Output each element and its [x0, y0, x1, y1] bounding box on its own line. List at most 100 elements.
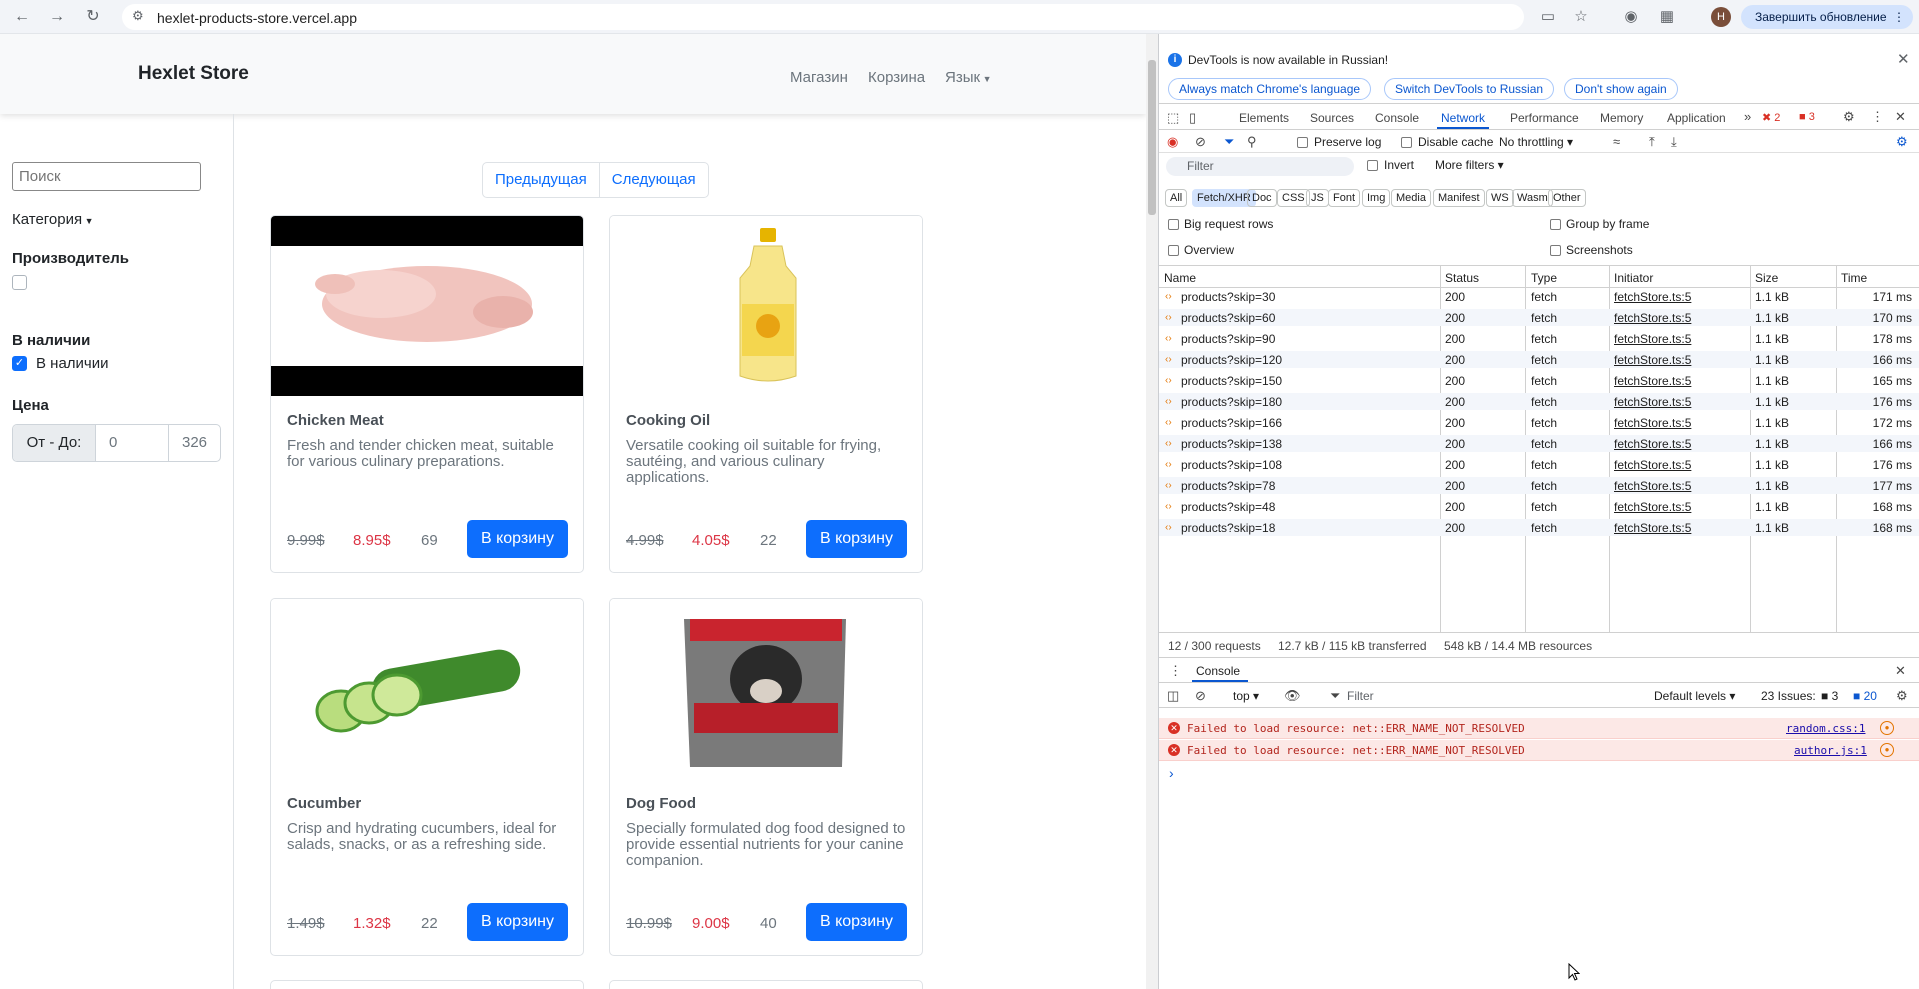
table-row[interactable]: ‹› products?skip=120 200 fetch fetchStore.ts…	[1159, 351, 1919, 368]
table-row[interactable]: ‹› products?skip=78 200 fetch fetchStore.ts:…	[1159, 477, 1919, 494]
console-prompt[interactable]: ›	[1169, 765, 1174, 781]
tab-sources[interactable]: Sources	[1310, 111, 1354, 125]
req-initiator[interactable]: fetchStore.ts:5	[1614, 395, 1691, 409]
type-font[interactable]: Font	[1328, 189, 1361, 207]
type-manifest[interactable]: Manifest	[1433, 189, 1485, 207]
nav-cart[interactable]: Корзина	[868, 69, 925, 86]
log-levels-dropdown[interactable]: Default levels ▾	[1654, 689, 1735, 703]
scrollbar-thumb[interactable]	[1148, 60, 1156, 215]
drawer-tab-console[interactable]: Console	[1196, 664, 1240, 678]
req-initiator[interactable]: fetchStore.ts:5	[1614, 353, 1691, 367]
req-initiator[interactable]: fetchStore.ts:5	[1614, 416, 1691, 430]
add-to-cart-button[interactable]: В корзину	[467, 520, 568, 558]
table-row[interactable]: ‹› products?skip=180 200 fetch fetchStore.ts…	[1159, 393, 1919, 410]
nav-language[interactable]: Язык ▼	[945, 69, 991, 86]
manufacturer-checkbox[interactable]	[12, 275, 27, 290]
type-css[interactable]: CSS	[1277, 189, 1310, 207]
table-row[interactable]: ‹› products?skip=30 200 fetch fetchStore.ts:…	[1159, 288, 1919, 305]
avatar[interactable]: H	[1711, 7, 1731, 27]
clear-console-icon[interactable]: ⊘	[1195, 688, 1206, 704]
close-devtools-icon[interactable]: ✕	[1895, 109, 1906, 125]
console-settings-icon[interactable]: ⚙	[1896, 688, 1908, 704]
table-row[interactable]: ‹› products?skip=108 200 fetch fetchStore.ts…	[1159, 456, 1919, 473]
error-badge[interactable]: ✖ 2	[1762, 111, 1780, 124]
type-js[interactable]: JS	[1306, 189, 1329, 207]
req-initiator[interactable]: fetchStore.ts:5	[1614, 437, 1691, 451]
col-status[interactable]: Status	[1445, 271, 1479, 285]
page-scrollbar[interactable]	[1146, 34, 1158, 989]
tab-network[interactable]: Network	[1441, 111, 1485, 125]
table-row[interactable]: ‹› products?skip=150 200 fetch fetchStore.ts…	[1159, 372, 1919, 389]
kebab-menu-icon[interactable]: ⋮	[1871, 109, 1884, 125]
table-row[interactable]: ‹› products?skip=48 200 fetch fetchStore.ts:…	[1159, 498, 1919, 515]
issues-label[interactable]: 23 Issues:	[1761, 689, 1816, 703]
more-tabs-icon[interactable]: »	[1744, 109, 1751, 124]
issues-error-badge[interactable]: ■ 3	[1821, 689, 1838, 703]
req-initiator[interactable]: fetchStore.ts:5	[1614, 311, 1691, 325]
overview-checkbox[interactable]	[1168, 245, 1179, 256]
category-dropdown[interactable]: Категория ▼	[12, 211, 94, 228]
issues-info-badge[interactable]: ■ 20	[1853, 689, 1877, 703]
throttling-select[interactable]: No throttling ▾	[1499, 135, 1573, 149]
translate-icon[interactable]: ◉	[1620, 6, 1642, 28]
col-size[interactable]: Size	[1755, 271, 1778, 285]
bookmark-star-icon[interactable]: ☆	[1570, 6, 1592, 28]
dont-show-again-button[interactable]: Don't show again	[1564, 78, 1678, 100]
brand-logo[interactable]: Hexlet Store	[138, 63, 249, 85]
inspect-icon[interactable]: ⬚	[1167, 110, 1179, 126]
error-source-link[interactable]: author.js:1	[1794, 744, 1867, 757]
type-img[interactable]: Img	[1362, 189, 1391, 207]
context-select[interactable]: top ▾	[1233, 689, 1259, 703]
network-conditions-icon[interactable]: ≈	[1613, 134, 1620, 149]
price-max-input[interactable]: 326	[170, 425, 220, 461]
nav-shop[interactable]: Магазин	[790, 69, 848, 86]
type-wasm[interactable]: Wasm	[1512, 189, 1553, 207]
tab-console[interactable]: Console	[1375, 111, 1419, 125]
col-initiator[interactable]: Initiator	[1614, 271, 1653, 285]
prev-page-button[interactable]: Предыдущая	[483, 163, 599, 197]
invert-checkbox[interactable]	[1367, 160, 1378, 171]
tab-elements[interactable]: Elements	[1239, 111, 1289, 125]
preserve-log-checkbox[interactable]	[1297, 137, 1308, 148]
filter-input[interactable]: Filter	[1166, 157, 1354, 176]
table-row[interactable]: ‹› products?skip=60 200 fetch fetchStore.ts:…	[1159, 309, 1919, 326]
match-language-button[interactable]: Always match Chrome's language	[1168, 78, 1372, 100]
screenshots-checkbox[interactable]	[1550, 245, 1561, 256]
export-har-icon[interactable]: ⤓	[1671, 134, 1677, 150]
in-stock-checkbox[interactable]: ✓	[12, 356, 27, 371]
req-initiator[interactable]: fetchStore.ts:5	[1614, 521, 1691, 535]
back-icon[interactable]: ←	[11, 6, 33, 28]
extensions-icon[interactable]: ▦	[1656, 6, 1678, 28]
group-by-frame-checkbox[interactable]	[1550, 219, 1561, 230]
more-filters-dropdown[interactable]: More filters ▾	[1435, 158, 1504, 172]
big-request-rows-checkbox[interactable]	[1168, 219, 1179, 230]
live-expression-eye-icon[interactable]: 👁	[1284, 688, 1301, 704]
add-to-cart-button[interactable]: В корзину	[806, 520, 907, 558]
table-row[interactable]: ‹› products?skip=166 200 fetch fetchStore.ts…	[1159, 414, 1919, 431]
col-type[interactable]: Type	[1531, 271, 1557, 285]
console-filter-input[interactable]: Filter	[1347, 689, 1374, 703]
table-row[interactable]: ‹› products?skip=90 200 fetch fetchStore.ts:…	[1159, 330, 1919, 347]
warning-badge[interactable]: ■ 3	[1799, 111, 1815, 123]
site-info-icon[interactable]: ⚙	[132, 8, 144, 24]
search-input[interactable]	[12, 162, 201, 191]
add-to-cart-button[interactable]: В корзину	[806, 903, 907, 941]
req-initiator[interactable]: fetchStore.ts:5	[1614, 479, 1691, 493]
type-doc[interactable]: Doc	[1247, 189, 1277, 207]
table-row[interactable]: ‹› products?skip=138 200 fetch fetchStore.ts…	[1159, 435, 1919, 452]
tab-application[interactable]: Application	[1667, 111, 1726, 125]
req-initiator[interactable]: fetchStore.ts:5	[1614, 290, 1691, 304]
add-to-cart-button[interactable]: В корзину	[467, 903, 568, 941]
switch-russian-button[interactable]: Switch DevTools to Russian	[1384, 78, 1555, 100]
ai-insights-icon[interactable]: ●	[1880, 743, 1894, 757]
close-drawer-icon[interactable]: ✕	[1895, 663, 1906, 679]
address-bar[interactable]: ⚙ hexlet-products-store.vercel.app	[122, 4, 1524, 30]
device-toolbar-icon[interactable]: ▯	[1189, 110, 1196, 126]
disable-cache-checkbox[interactable]	[1401, 137, 1412, 148]
type-ws[interactable]: WS	[1486, 189, 1514, 207]
install-app-icon[interactable]: ▭	[1537, 6, 1559, 28]
network-settings-icon[interactable]: ⚙	[1896, 134, 1908, 150]
price-min-input[interactable]: 0	[97, 425, 169, 461]
ai-insights-icon[interactable]: ●	[1880, 721, 1894, 735]
req-initiator[interactable]: fetchStore.ts:5	[1614, 458, 1691, 472]
